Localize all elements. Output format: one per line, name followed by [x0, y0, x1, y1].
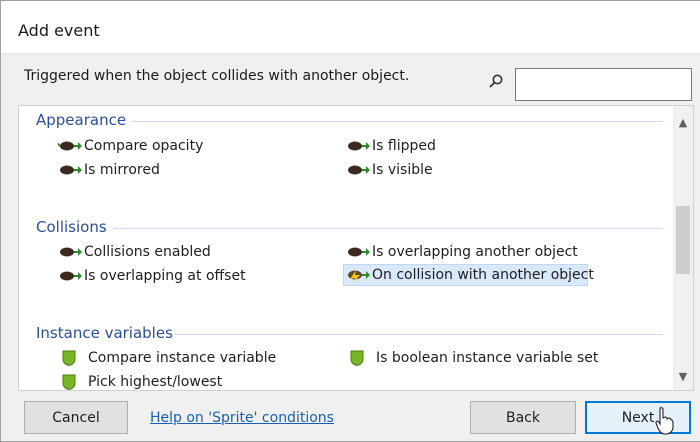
condition-label: Collisions enabled [84, 244, 211, 260]
group-title-instance-variables: Instance variables [36, 324, 173, 342]
condition-icon [60, 247, 82, 257]
condition-label: Pick highest/lowest [88, 374, 223, 390]
condition-label: Is overlapping at offset [84, 268, 246, 284]
condition-collisions-enabled[interactable]: Collisions enabled [58, 241, 211, 263]
condition-icon [60, 271, 82, 281]
condition-is-visible[interactable]: Is visible [346, 159, 433, 181]
add-event-dialog: Add event Triggered when the object coll… [0, 0, 700, 442]
trigger-icon [348, 270, 370, 282]
condition-label: On collision with another object [372, 267, 594, 283]
condition-icon [348, 141, 370, 151]
group-divider [174, 334, 663, 335]
condition-icon [60, 165, 82, 175]
scroll-up-icon[interactable]: ▲ [673, 114, 693, 130]
event-description: Triggered when the object collides with … [24, 68, 410, 84]
condition-is-mirrored[interactable]: Is mirrored [58, 159, 160, 181]
conditions-list[interactable]: Appearance Compare opacity Is flipped Is… [18, 105, 694, 391]
help-link[interactable]: Help on 'Sprite' conditions [150, 410, 334, 426]
scroll-thumb[interactable] [676, 206, 690, 274]
shield-icon [62, 350, 76, 366]
condition-label: Is mirrored [84, 162, 160, 178]
group-divider [113, 228, 663, 229]
condition-icon [58, 141, 82, 151]
shield-icon [350, 350, 364, 366]
condition-on-collision-selected[interactable]: On collision with another object [343, 264, 594, 286]
search-icon [489, 74, 503, 88]
mouse-cursor-icon [655, 407, 674, 435]
condition-compare-instance-variable[interactable]: Compare instance variable [58, 347, 276, 369]
search-input[interactable] [515, 68, 692, 101]
condition-is-overlapping-at-offset[interactable]: Is overlapping at offset [58, 265, 246, 287]
condition-label: Is visible [372, 162, 433, 178]
condition-label: Is boolean instance variable set [376, 350, 599, 366]
condition-is-boolean-instance-variable-set[interactable]: Is boolean instance variable set [346, 347, 598, 369]
condition-is-overlapping-another-object[interactable]: Is overlapping another object [346, 241, 578, 263]
next-button[interactable]: Next [585, 401, 691, 434]
shield-icon [62, 374, 76, 390]
condition-label: Is flipped [372, 138, 436, 154]
condition-label: Compare instance variable [88, 350, 277, 366]
group-title-appearance: Appearance [36, 111, 127, 129]
condition-icon [348, 247, 370, 257]
vertical-scrollbar[interactable]: ▲ ▼ [673, 106, 693, 390]
back-button[interactable]: Back [470, 401, 576, 434]
scroll-down-icon[interactable]: ▼ [673, 368, 693, 384]
dialog-title: Add event [18, 21, 100, 40]
condition-icon [348, 165, 370, 175]
condition-is-flipped[interactable]: Is flipped [346, 135, 436, 157]
condition-pick-highest-lowest[interactable]: Pick highest/lowest [58, 371, 223, 390]
cancel-button[interactable]: Cancel [24, 401, 128, 434]
condition-label: Is overlapping another object [372, 244, 578, 260]
group-divider [131, 121, 663, 122]
title-bar: Add event [1, 1, 700, 54]
group-title-collisions: Collisions [36, 218, 107, 236]
condition-label: Compare opacity [84, 138, 204, 154]
condition-compare-opacity[interactable]: Compare opacity [58, 135, 203, 157]
